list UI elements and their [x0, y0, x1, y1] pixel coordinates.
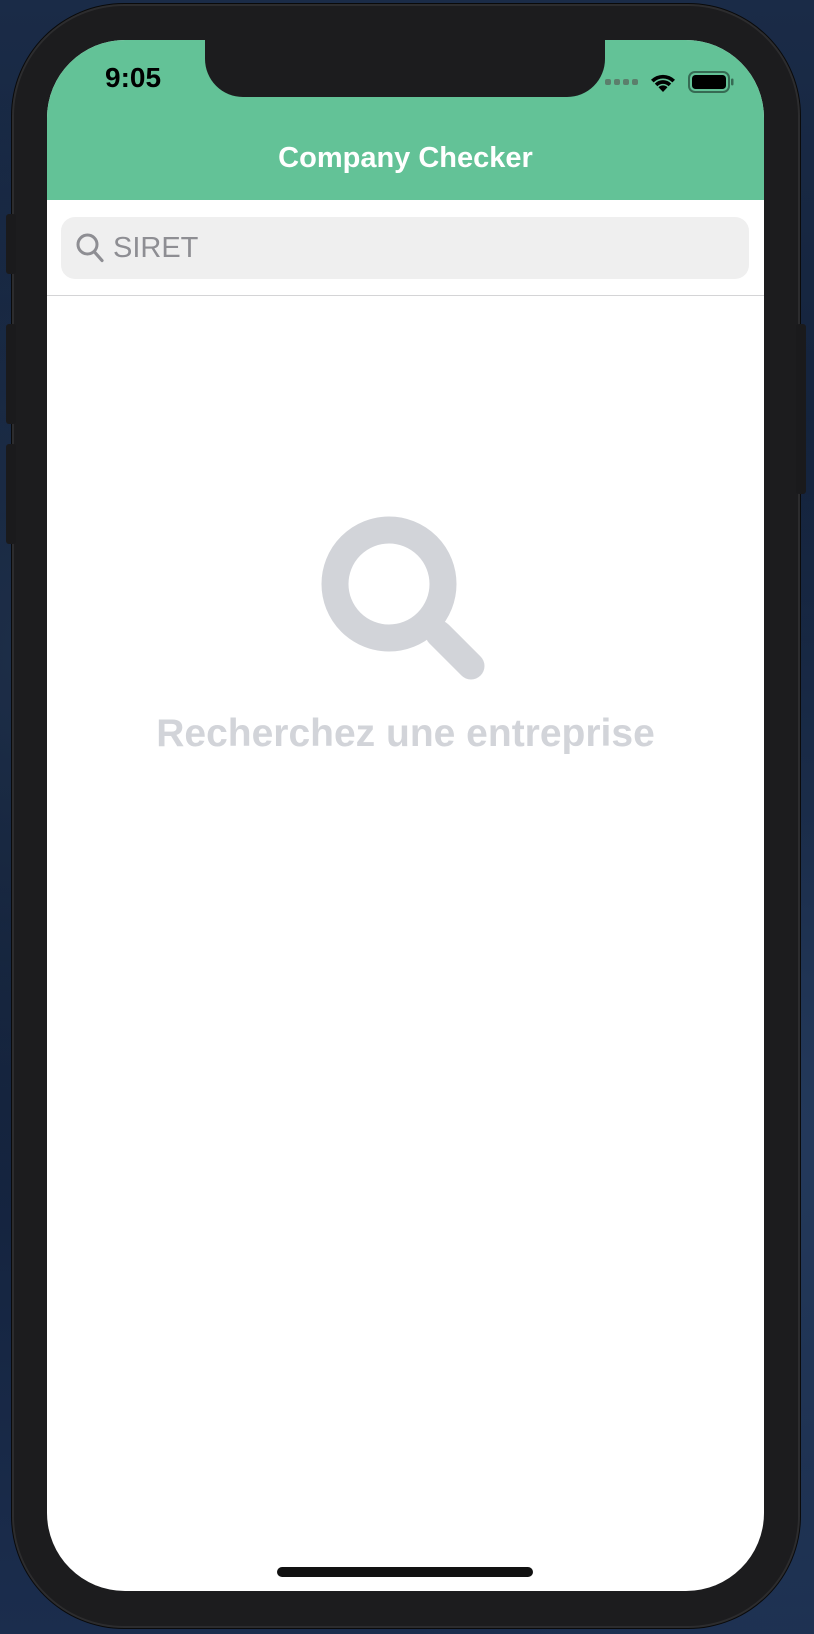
wifi-icon	[651, 74, 675, 92]
app-screen: 9:05 Company Checker SIRET Recherchez un…	[47, 40, 764, 1591]
volume-down-button	[6, 444, 16, 544]
siret-search-input[interactable]	[113, 217, 733, 279]
silent-switch	[6, 214, 16, 274]
navigation-header: 9:05 Company Checker	[47, 40, 764, 200]
status-icons	[605, 70, 734, 94]
battery-icon	[688, 71, 734, 93]
home-indicator[interactable]	[277, 1567, 533, 1577]
magnifying-glass-icon	[321, 516, 485, 680]
search-icon	[76, 233, 104, 263]
empty-state-message: Recherchez une entreprise	[156, 712, 655, 755]
status-time: 9:05	[105, 62, 162, 93]
volume-up-button	[6, 324, 16, 424]
power-button	[796, 324, 806, 494]
device-notch	[205, 40, 605, 97]
cellular-signal-icon	[605, 79, 638, 85]
search-divider	[47, 295, 764, 296]
search-bar[interactable]	[61, 217, 749, 279]
page-title: Company Checker	[278, 142, 533, 174]
